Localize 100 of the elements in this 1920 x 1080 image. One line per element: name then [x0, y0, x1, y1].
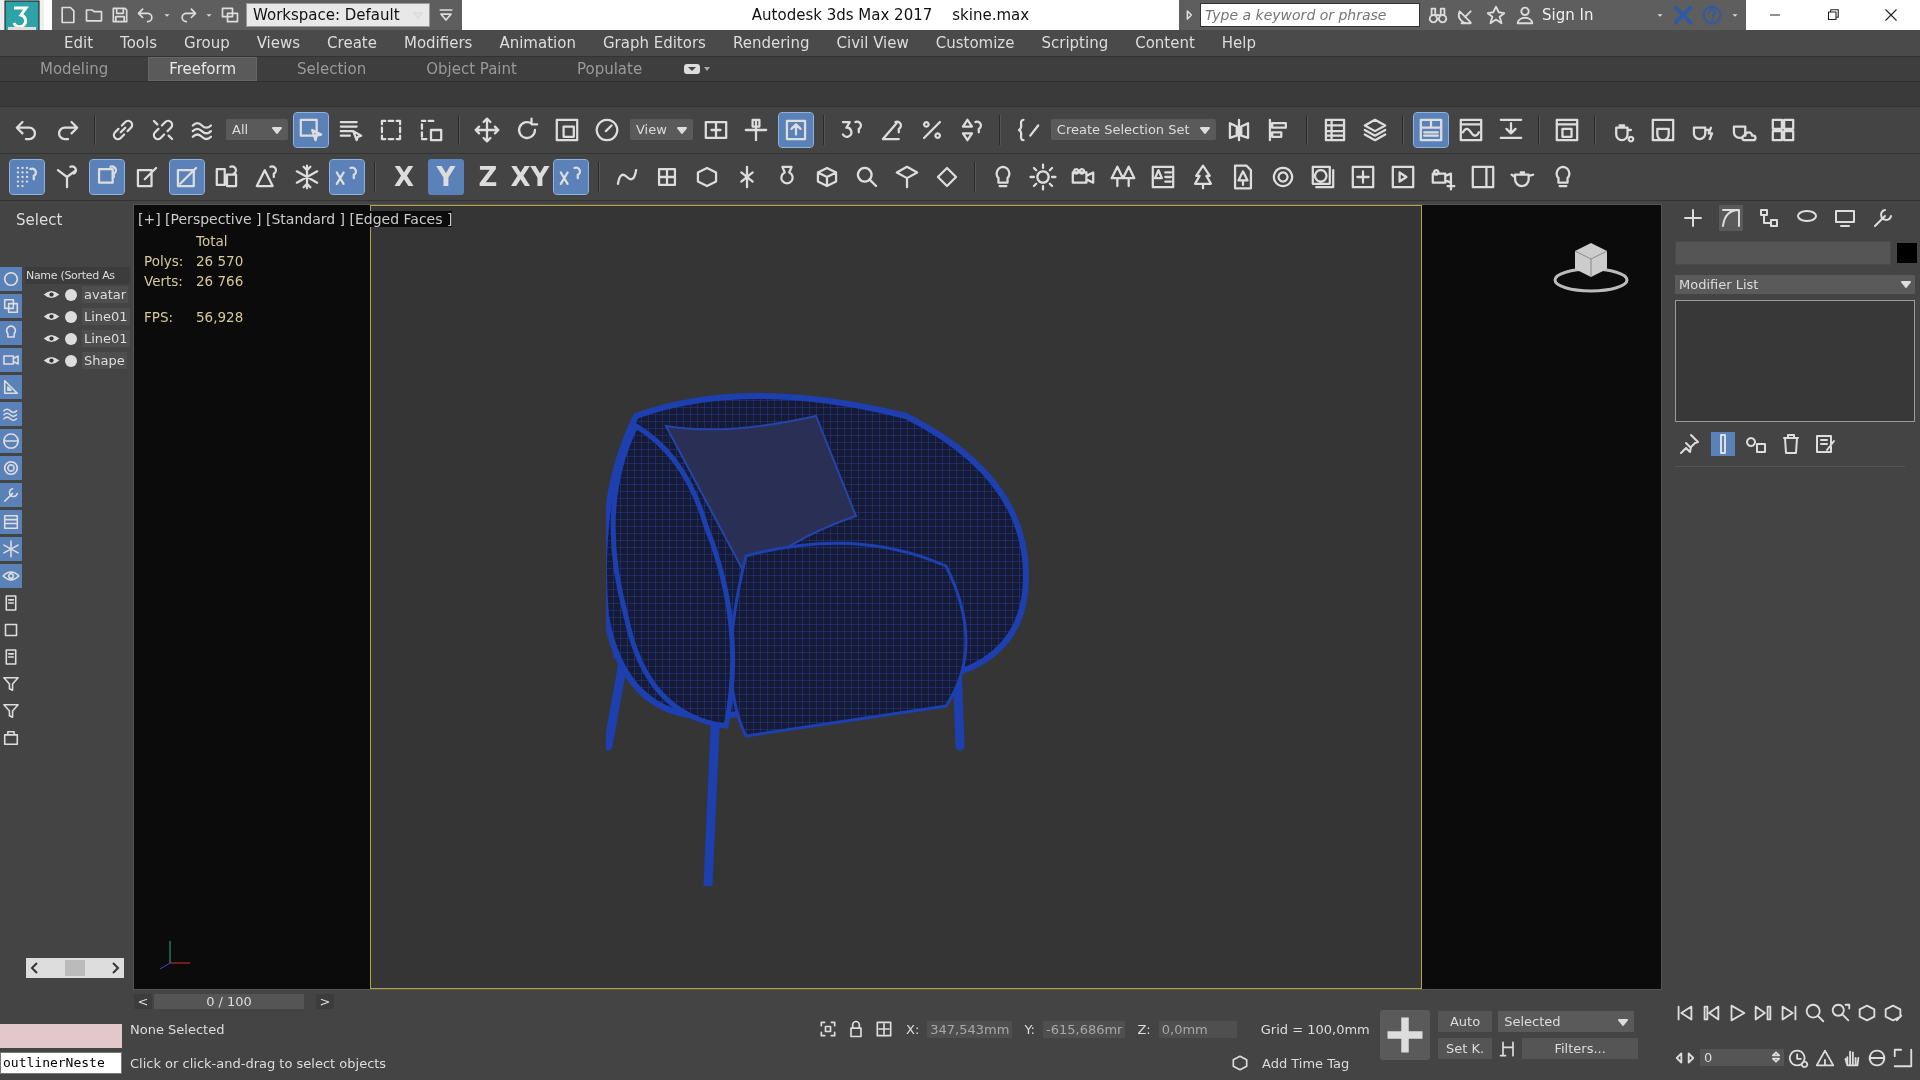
scroll-right-icon[interactable]: [110, 962, 120, 975]
add-time-tag-button[interactable]: Add Time Tag: [1262, 1055, 1350, 1071]
pin-icon[interactable]: [1677, 431, 1701, 456]
camera-icon[interactable]: [0, 347, 22, 372]
axis-button[interactable]: XY: [512, 158, 548, 195]
scroll-thumb[interactable]: [65, 960, 85, 977]
menu-item[interactable]: Customize: [935, 34, 1015, 52]
object-name[interactable]: avatar: [82, 286, 129, 304]
app-logo-icon[interactable]: [0, 0, 44, 30]
curve-icon[interactable]: [1719, 204, 1743, 231]
ribbon-tab[interactable]: Freeform: [148, 56, 258, 81]
panel-icon[interactable]: [0, 509, 22, 534]
ribbon-tab[interactable]: Populate: [556, 57, 663, 80]
star-icon[interactable]: [1485, 4, 1507, 26]
ribbon-tab[interactable]: Selection: [277, 57, 387, 80]
menu-item[interactable]: Content: [1135, 34, 1195, 52]
stats-header: Total: [195, 232, 229, 249]
absolute-mode-icon[interactable]: [874, 1019, 894, 1040]
zoom-icon[interactable]: [1804, 1001, 1826, 1024]
set-key-button[interactable]: Set K.: [1438, 1038, 1493, 1060]
auto-key-button[interactable]: Auto: [1438, 1011, 1493, 1033]
toolbar-dropdown[interactable]: View: [630, 119, 693, 141]
save-icon[interactable]: [110, 5, 130, 25]
menu-item[interactable]: Group: [184, 34, 230, 52]
coordinate-field[interactable]: 347,543mm: [927, 1020, 1013, 1038]
menu-item[interactable]: Tools: [120, 34, 157, 52]
vertex-square-icon[interactable]: [90, 159, 124, 194]
new-file-icon[interactable]: [58, 5, 78, 25]
shapes-icon[interactable]: [0, 293, 22, 318]
ring-icon[interactable]: [0, 455, 22, 480]
maxscript-listener-field[interactable]: [0, 1024, 122, 1048]
toolbar-dropdown[interactable]: All: [226, 119, 288, 141]
axis-button[interactable]: Z: [470, 158, 506, 195]
snowflake-icon[interactable]: [0, 536, 22, 561]
color-swatch[interactable]: [1897, 242, 1917, 263]
modifier-list-dropdown[interactable]: Modifier List: [1675, 274, 1915, 294]
spinner-arrows-icon[interactable]: [1772, 1050, 1780, 1064]
axis-pair-icon[interactable]: [554, 159, 588, 194]
menu-item[interactable]: Modifiers: [403, 34, 473, 52]
filters-button[interactable]: Filters...: [1522, 1038, 1639, 1060]
key-filter-dropdown[interactable]: Selected: [1498, 1011, 1635, 1033]
isolate-icon[interactable]: [818, 1019, 838, 1040]
eye-icon[interactable]: [43, 289, 60, 301]
eye-icon[interactable]: [43, 355, 60, 367]
panel-layout-icon[interactable]: [1413, 112, 1448, 147]
search-field[interactable]: Type a keyword or phrase: [1200, 3, 1420, 27]
maxscript-input-field[interactable]: outlinerNeste: [0, 1052, 122, 1074]
viewport-label[interactable]: [+] [Perspective ] [Standard ] [Edged Faces ]: [138, 210, 453, 227]
file-name: skine.max: [952, 6, 1030, 24]
wrench-icon[interactable]: [0, 482, 22, 507]
project-folder-icon[interactable]: [220, 5, 240, 25]
menu-item[interactable]: Civil View: [836, 34, 909, 52]
horizontal-scrollbar[interactable]: [26, 958, 124, 979]
render-dot-icon[interactable]: [64, 287, 78, 302]
menu-item[interactable]: Animation: [499, 34, 576, 52]
menu-item[interactable]: Edit: [64, 34, 94, 52]
wave-icon[interactable]: [0, 401, 22, 426]
menu-item[interactable]: Graph Editors: [602, 34, 706, 52]
workspace-dropdown[interactable]: Workspace: Default: [246, 3, 430, 27]
eye-icon[interactable]: [43, 311, 60, 323]
render-dot-icon[interactable]: [64, 309, 78, 324]
previous-frame-button[interactable]: <: [134, 993, 152, 1009]
render-dot-icon[interactable]: [64, 331, 78, 346]
sign-in-button[interactable]: Sign In: [1514, 4, 1648, 26]
axis-button[interactable]: X: [386, 158, 422, 195]
coordinate-field[interactable]: 0,0mm: [1158, 1020, 1237, 1038]
ribbon-tab[interactable]: Modeling: [20, 57, 129, 80]
object-name[interactable]: Line01: [82, 330, 130, 348]
set-key-icon[interactable]: [1380, 1010, 1430, 1061]
ribbon-tab[interactable]: Object Paint: [406, 57, 537, 80]
redo-icon[interactable]: [178, 5, 198, 25]
window-title: Autodesk 3ds Max 2017: [751, 6, 933, 24]
toolbar-dropdown[interactable]: Create Selection Set: [1050, 119, 1216, 141]
pointer-icon[interactable]: [294, 112, 328, 147]
eye-icon[interactable]: [43, 333, 60, 345]
menu-item[interactable]: Help: [1221, 34, 1257, 52]
render-dot-icon[interactable]: [64, 353, 78, 368]
time-slider-thumb[interactable]: 0 / 100: [154, 993, 304, 1009]
eye-icon[interactable]: [0, 563, 22, 588]
light-bulb-icon[interactable]: [0, 320, 22, 345]
scroll-left-icon[interactable]: [30, 962, 40, 975]
ribbon-options-icon[interactable]: [682, 61, 713, 76]
zoom-all-icon[interactable]: [1830, 1001, 1852, 1024]
menu-item[interactable]: Create: [327, 34, 377, 52]
axis-pair-icon[interactable]: [330, 159, 364, 194]
maximize-icon[interactable]: [1892, 1046, 1914, 1069]
object-name[interactable]: Shape: [82, 352, 127, 370]
object-name[interactable]: Line01: [82, 308, 130, 326]
next-frame-button[interactable]: >: [316, 993, 334, 1009]
column-header[interactable]: Name (Sorted As: [25, 266, 130, 284]
current-frame-field[interactable]: 0: [1700, 1049, 1784, 1066]
undo-icon[interactable]: [136, 5, 156, 25]
bar-icon[interactable]: [1711, 431, 1735, 456]
coordinate-field[interactable]: -615,686mr: [1043, 1020, 1126, 1038]
ruler-icon[interactable]: [0, 374, 22, 399]
menu-item[interactable]: Views: [256, 34, 301, 52]
menu-item[interactable]: Rendering: [732, 34, 810, 52]
menu-item[interactable]: Scripting: [1041, 34, 1109, 52]
grid-snap-icon[interactable]: [10, 159, 44, 194]
modifier-stack[interactable]: [1675, 299, 1915, 422]
